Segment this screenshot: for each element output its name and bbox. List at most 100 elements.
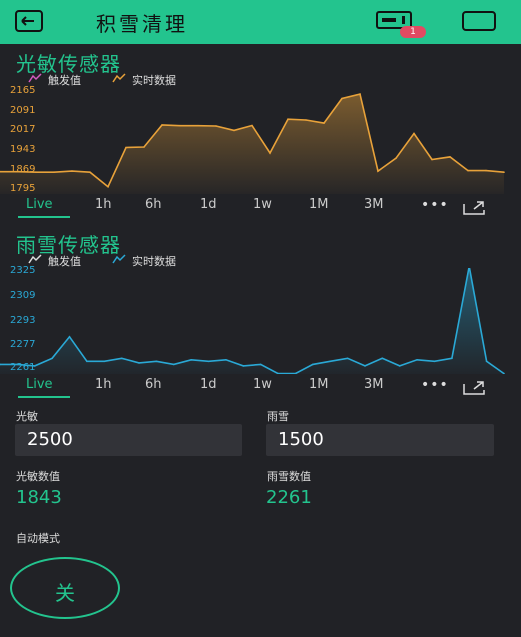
- light-data-point: [287, 118, 289, 120]
- tab-1d[interactable]: 1d: [200, 197, 217, 212]
- tab-6h[interactable]: 6h: [145, 377, 162, 392]
- snow-data-point: [364, 365, 366, 367]
- tab-1h[interactable]: 1h: [95, 197, 112, 212]
- tab-1m[interactable]: 1M: [309, 377, 329, 392]
- light-threshold-value: 2500: [27, 429, 73, 450]
- snow-data-point: [34, 365, 36, 367]
- light-data-point: [269, 152, 271, 154]
- snow-data-point: [433, 360, 436, 363]
- light-data-point: [71, 170, 73, 172]
- light-data-point: [107, 185, 109, 188]
- realtime-legend-icon: [112, 254, 126, 264]
- snow-data-point: [173, 363, 175, 366]
- light-data-point: [395, 157, 397, 159]
- snow-data-point: [225, 359, 227, 361]
- tab-1m[interactable]: 1M: [309, 197, 329, 212]
- snow-data-point: [398, 365, 401, 367]
- light-chart: [0, 93, 505, 194]
- tab-3m[interactable]: 3M: [364, 197, 384, 212]
- snow-threshold-label: 雨雪: [267, 410, 289, 423]
- light-data-point: [143, 146, 145, 148]
- light-data-point: [305, 119, 307, 121]
- snow-data-point: [68, 336, 71, 338]
- snow-data-point: [259, 363, 262, 366]
- snow-threshold-value: 1500: [278, 429, 324, 450]
- light-data-point: [449, 156, 451, 158]
- light-data-point: [215, 125, 217, 127]
- snow-data-point: [138, 362, 140, 364]
- auto-mode-toggle[interactable]: 关: [10, 557, 120, 619]
- snow-area-fill: [0, 268, 504, 374]
- snow-threshold-input[interactable]: 1500: [266, 424, 494, 456]
- light-data-point: [413, 132, 415, 135]
- tab-live-underline: [18, 396, 70, 398]
- light-data-point: [53, 171, 55, 173]
- tab-live[interactable]: Live: [26, 377, 53, 392]
- tab-1w[interactable]: 1w: [253, 377, 272, 392]
- light-data-point: [35, 171, 37, 173]
- more-options[interactable]: •••: [421, 377, 449, 393]
- tab-1w[interactable]: 1w: [253, 197, 272, 212]
- realtime-legend-label: 实时数据: [132, 255, 176, 268]
- snow-data-point: [120, 357, 123, 360]
- light-data-point: [341, 97, 343, 100]
- snow-data-point: [346, 357, 349, 360]
- realtime-legend-icon: [112, 73, 126, 83]
- snow-data-point: [155, 360, 158, 363]
- tab-live-underline: [18, 216, 70, 218]
- tab-3m[interactable]: 3M: [364, 377, 384, 392]
- snow-data-point: [242, 365, 245, 367]
- light-data-point: [179, 124, 181, 127]
- light-data-point: [17, 170, 19, 173]
- window-icon[interactable]: [462, 10, 496, 32]
- light-threshold-input[interactable]: 2500: [15, 424, 242, 456]
- snow-reading-label: 雨雪数值: [267, 470, 311, 483]
- snow-data-point: [86, 360, 88, 363]
- tab-6h[interactable]: 6h: [145, 197, 162, 212]
- top-bar: 积雪清理 1: [0, 0, 521, 44]
- snow-range-tabs: Live 1h 6h 1d 1w 1M 3M •••: [0, 377, 521, 401]
- expand-icon[interactable]: [462, 380, 486, 396]
- expand-icon[interactable]: [462, 200, 486, 216]
- light-data-point: [431, 158, 433, 161]
- light-data-point: [197, 124, 199, 127]
- light-area-fill: [0, 94, 504, 194]
- trigger-legend-icon: [28, 73, 42, 83]
- light-data-point: [233, 129, 235, 132]
- snow-data-point: [16, 363, 19, 366]
- light-threshold-label: 光敏: [16, 410, 38, 423]
- snow-data-point: [190, 359, 192, 361]
- tab-live[interactable]: Live: [26, 197, 53, 212]
- light-data-point: [485, 169, 487, 172]
- snow-data-point: [485, 360, 488, 363]
- trigger-legend-label: 触发值: [48, 255, 81, 268]
- tab-1h[interactable]: 1h: [95, 377, 112, 392]
- snow-data-point: [312, 363, 314, 366]
- light-data-point: [323, 122, 325, 124]
- app-title: 积雪清理: [96, 12, 188, 36]
- back-icon[interactable]: [14, 9, 44, 33]
- light-range-tabs: Live 1h 6h 1d 1w 1M 3M •••: [0, 197, 521, 221]
- auto-mode-toggle-label: 关: [55, 581, 75, 605]
- snow-chart: [0, 268, 505, 374]
- snow-data-point: [329, 360, 332, 363]
- trigger-legend-icon: [28, 254, 42, 264]
- snow-data-point: [207, 360, 210, 363]
- light-data-point: [503, 171, 505, 173]
- notification-badge: 1: [400, 26, 426, 38]
- more-options[interactable]: •••: [421, 197, 449, 213]
- snow-reading-value: 2261: [266, 487, 312, 508]
- light-data-point: [377, 170, 379, 172]
- light-data-point: [359, 93, 361, 95]
- snow-data-point: [416, 359, 418, 361]
- light-data-point: [89, 171, 91, 173]
- light-data-point: [467, 169, 469, 172]
- auto-mode-label: 自动模式: [16, 532, 60, 545]
- tab-1d[interactable]: 1d: [200, 377, 217, 392]
- light-reading-label: 光敏数值: [16, 470, 60, 483]
- snow-data-point: [381, 357, 384, 360]
- snow-data-point: [451, 357, 453, 360]
- snow-data-point: [103, 360, 106, 363]
- light-reading-value: 1843: [16, 487, 62, 508]
- light-data-point: [251, 124, 253, 127]
